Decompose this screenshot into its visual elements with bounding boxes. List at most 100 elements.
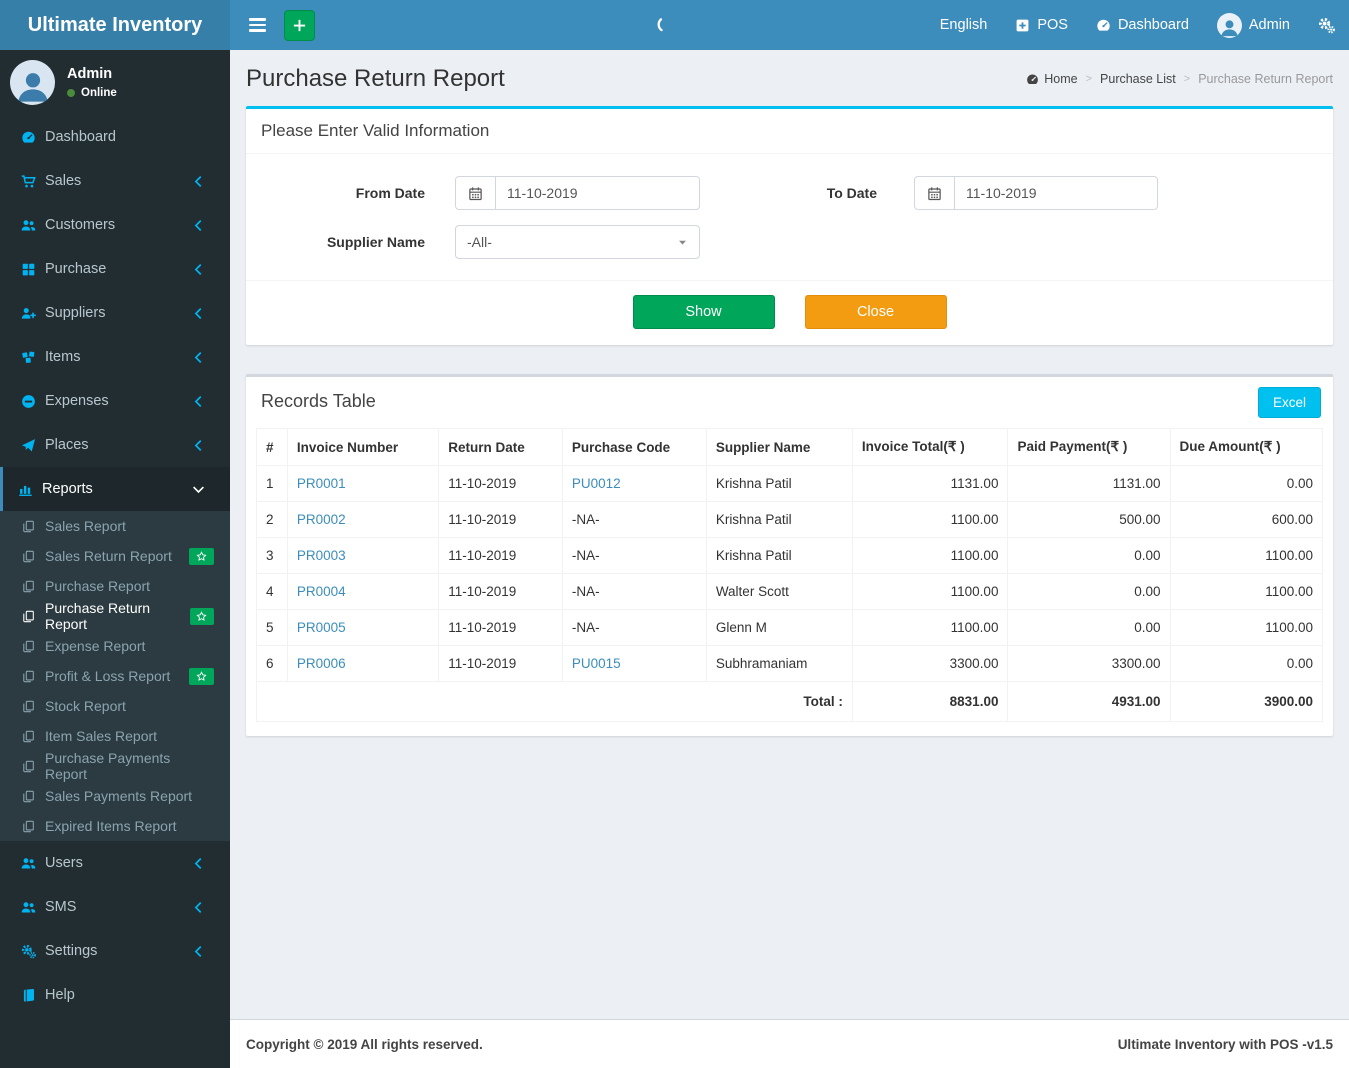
loading-spinner-icon [656, 15, 675, 34]
purchase-code-link[interactable]: PU0012 [572, 476, 621, 491]
chevron-left-icon [191, 438, 206, 453]
from-date-input[interactable] [496, 177, 699, 209]
sidebar-menu: Dashboard Sales Customers Purchase Suppliers… [0, 115, 230, 1017]
column-header-invoice-number: Invoice Number [286, 428, 440, 466]
column-header-invoice-total: Invoice Total(₹ ) [851, 428, 1009, 466]
page-title: Purchase Return Report [246, 65, 505, 92]
calendar-icon [456, 177, 496, 209]
content-area: Purchase Return Report Home > Purchase Lis… [230, 50, 1349, 1019]
navbar-item-admin[interactable]: Admin [1203, 0, 1304, 50]
filter-panel-title: Please Enter Valid Information [246, 109, 1333, 154]
cubes-icon [21, 350, 36, 365]
plus-square-icon [1015, 18, 1030, 33]
table-row: 6 PR0006 11-10-2019 PU0015 Subhramaniam 3300.… [256, 645, 1323, 682]
user-plus-icon [21, 306, 36, 321]
sidebar-item-sms[interactable]: SMS [0, 885, 230, 929]
table-row: 3 PR0003 11-10-2019 -NA- Krishna Patil 1100.0… [256, 537, 1323, 574]
submenu-item-expired-items-report[interactable]: Expired Items Report [0, 811, 230, 841]
submenu-item-stock-report[interactable]: Stock Report [0, 691, 230, 721]
records-panel-title: Records Table [261, 391, 376, 411]
submenu-item-sales-report[interactable]: Sales Report [0, 511, 230, 541]
sidebar-item-purchase[interactable]: Purchase [0, 247, 230, 291]
chevron-left-icon [191, 944, 206, 959]
navbar-item-dashboard[interactable]: Dashboard [1082, 0, 1203, 50]
column-header-due-amount: Due Amount(₹ ) [1169, 428, 1323, 466]
cogs-icon [21, 944, 36, 959]
copy-icon [22, 640, 35, 653]
submenu-item-purchase-return-report[interactable]: Purchase Return Report [0, 600, 230, 632]
navbar-avatar [1216, 12, 1242, 38]
chevron-left-icon [191, 306, 206, 321]
reports-submenu: Sales Report Sales Return Report Purchase … [0, 511, 230, 841]
favorite-star-badge[interactable] [189, 667, 214, 685]
sidebar-item-help[interactable]: Help [0, 973, 230, 1017]
invoice-link[interactable]: PR0005 [297, 620, 346, 635]
invoice-link[interactable]: PR0001 [297, 476, 346, 491]
user-status: Online [67, 87, 117, 99]
invoice-link[interactable]: PR0003 [297, 548, 346, 563]
copy-icon [22, 820, 35, 833]
total-paid: 4931.00 [1007, 681, 1171, 722]
navbar-item-english[interactable]: English [926, 0, 1002, 50]
caret-down-icon [677, 237, 688, 248]
submenu-item-sales-payments-report[interactable]: Sales Payments Report [0, 781, 230, 811]
sidebar-item-places[interactable]: Places [0, 423, 230, 467]
navbar-item-pos[interactable]: POS [1001, 0, 1082, 50]
purchase-code-link[interactable]: PU0015 [572, 656, 621, 671]
sidebar-toggle-icon[interactable] [245, 12, 270, 38]
sidebar-item-users[interactable]: Users [0, 841, 230, 885]
submenu-item-purchase-report[interactable]: Purchase Report [0, 571, 230, 601]
invoice-link[interactable]: PR0006 [297, 656, 346, 671]
version-text: Ultimate Inventory with POS -v1.5 [1117, 1036, 1333, 1052]
submenu-item-sales-return-report[interactable]: Sales Return Report [0, 541, 230, 571]
sidebar-item-expenses[interactable]: Expenses [0, 379, 230, 423]
records-table: # Invoice Number Return Date Purchase Code S… [256, 428, 1323, 722]
invoice-link[interactable]: PR0004 [297, 584, 346, 599]
from-date-field [455, 176, 700, 210]
sidebar-item-sales[interactable]: Sales [0, 159, 230, 203]
copy-icon [22, 550, 35, 563]
favorite-star-badge[interactable] [189, 607, 214, 625]
table-row: 1 PR0001 11-10-2019 PU0012 Krishna Patil 1131… [256, 465, 1323, 502]
breadcrumb-separator: > [1183, 73, 1191, 85]
to-date-field [914, 176, 1158, 210]
sidebar-item-reports[interactable]: Reports [0, 467, 230, 511]
close-button[interactable]: Close [804, 295, 947, 329]
favorite-star-badge[interactable] [189, 547, 214, 565]
users-icon [21, 900, 36, 915]
main-footer: Copyright © 2019 All rights reserved. Ul… [230, 1019, 1349, 1068]
breadcrumb-purchase-list[interactable]: Purchase List [1100, 72, 1176, 86]
sidebar-item-customers[interactable]: Customers [0, 203, 230, 247]
breadcrumb: Home > Purchase List > Purchase Return Repor… [1026, 72, 1333, 86]
submenu-item-expense-report[interactable]: Expense Report [0, 631, 230, 661]
calendar-icon [468, 186, 483, 201]
sidebar-item-dashboard[interactable]: Dashboard [0, 115, 230, 159]
copyright-text: Copyright © 2019 All rights reserved. [246, 1036, 483, 1052]
navbar: English POS Dashboard Admin [230, 0, 1349, 50]
chevron-left-icon [191, 394, 206, 409]
supplier-name-label: Supplier Name [326, 234, 425, 250]
column-header-purchase-code: Purchase Code [561, 428, 707, 466]
sidebar-item-items[interactable]: Items [0, 335, 230, 379]
quick-add-button[interactable] [284, 9, 315, 41]
chevron-left-icon [191, 262, 206, 277]
sidebar-item-settings[interactable]: Settings [0, 929, 230, 973]
submenu-item-item-sales-report[interactable]: Item Sales Report [0, 721, 230, 751]
column-header-: # [256, 428, 288, 466]
invoice-link[interactable]: PR0002 [297, 512, 346, 527]
navbar-settings-button[interactable] [1304, 0, 1349, 50]
excel-export-button[interactable]: Excel [1257, 387, 1321, 418]
copy-icon [22, 520, 35, 533]
app-logo[interactable]: Ultimate Inventory [0, 0, 230, 50]
copy-icon [22, 760, 35, 773]
submenu-item-profit-loss-report[interactable]: Profit & Loss Report [0, 661, 230, 691]
to-date-input[interactable] [955, 177, 1157, 209]
sidebar-item-suppliers[interactable]: Suppliers [0, 291, 230, 335]
copy-icon [22, 610, 35, 623]
show-button[interactable]: Show [632, 295, 775, 329]
table-row: 4 PR0004 11-10-2019 -NA- Walter Scott 1100.00… [256, 573, 1323, 610]
breadcrumb-home[interactable]: Home [1026, 72, 1078, 86]
submenu-item-purchase-payments-report[interactable]: Purchase Payments Report [0, 750, 230, 782]
supplier-select[interactable]: -All- [455, 225, 700, 259]
book-icon [21, 988, 36, 1003]
